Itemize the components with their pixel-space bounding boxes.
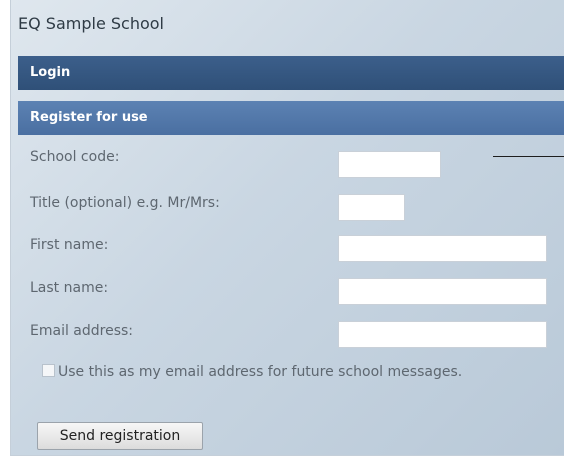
school-title: EQ Sample School bbox=[18, 14, 164, 33]
title-input[interactable] bbox=[338, 194, 405, 221]
title-label: Title (optional) e.g. Mr/Mrs: bbox=[30, 195, 220, 211]
school-code-label: School code: bbox=[30, 149, 120, 165]
first-name-label: First name: bbox=[30, 237, 109, 253]
callout-pointer-line bbox=[493, 156, 564, 157]
use-email-checkbox[interactable] bbox=[42, 364, 55, 377]
login-header[interactable]: Login bbox=[18, 56, 564, 90]
register-header[interactable]: Register for use bbox=[18, 101, 564, 135]
email-label: Email address: bbox=[30, 323, 134, 339]
first-name-input[interactable] bbox=[338, 235, 547, 262]
email-input[interactable] bbox=[338, 321, 547, 348]
use-email-checkbox-label: Use this as my email address for future … bbox=[58, 364, 463, 380]
school-code-input[interactable] bbox=[338, 151, 441, 178]
last-name-input[interactable] bbox=[338, 278, 547, 305]
send-registration-button[interactable]: Send registration bbox=[37, 422, 203, 450]
last-name-label: Last name: bbox=[30, 280, 109, 296]
